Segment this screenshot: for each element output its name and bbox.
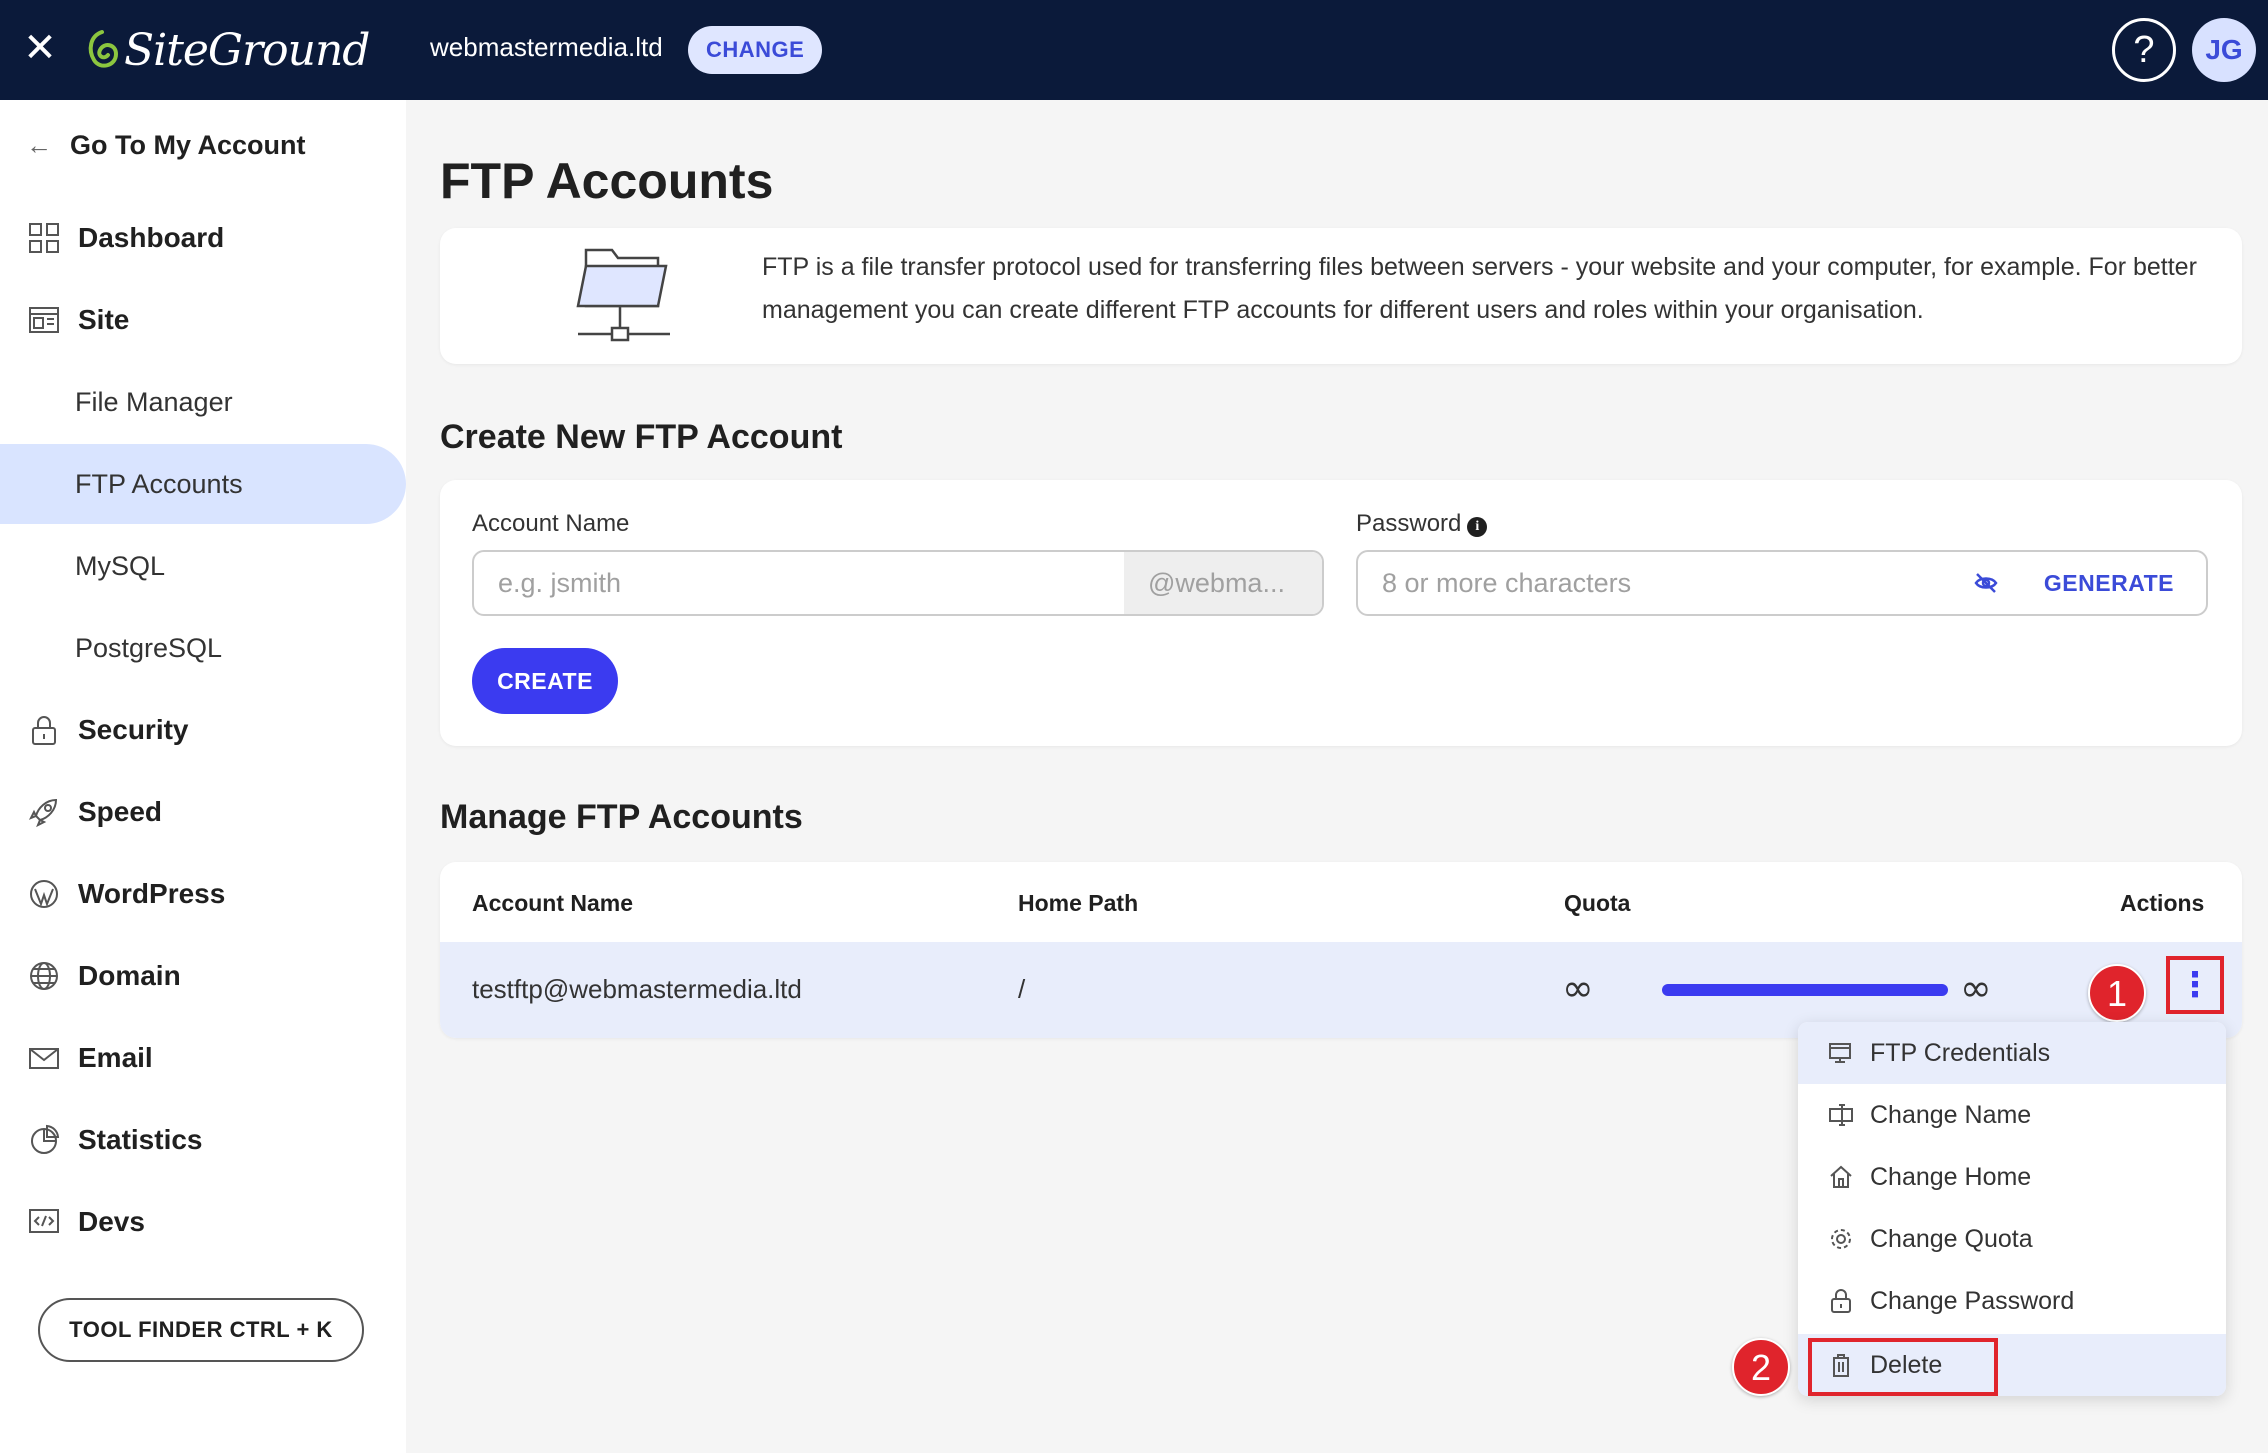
account-name-field: @webma... <box>472 550 1324 616</box>
arrow-left-icon: ← <box>26 130 52 160</box>
sidebar-item-label: Domain <box>78 960 181 991</box>
sidebar-sub-mysql[interactable]: MySQL <box>0 526 406 606</box>
sidebar-sub-label: PostgreSQL <box>75 632 223 663</box>
domain-suffix: @webma... <box>1124 552 1322 614</box>
home-icon <box>1830 1165 1852 1188</box>
siteground-swirl-icon <box>88 30 119 68</box>
sidebar-item-wordpress[interactable]: WordPress <box>0 854 406 934</box>
menu-item-ftp-credentials[interactable]: FTP Credentials <box>1798 1022 2226 1084</box>
code-icon <box>29 1209 59 1233</box>
account-name-label: Account Name <box>472 510 630 537</box>
sidebar-item-security[interactable]: Security <box>0 690 406 770</box>
rocket-icon <box>28 798 58 828</box>
siteground-logo[interactable]: SiteGround <box>84 22 370 78</box>
site-icon <box>29 307 59 333</box>
back-link-label: Go To My Account <box>70 130 306 160</box>
sidebar-sub-label: FTP Accounts <box>75 468 243 499</box>
info-icon[interactable]: i <box>1467 517 1488 537</box>
user-avatar[interactable]: JG <box>2192 18 2256 82</box>
quota-total-value: ∞ <box>1960 966 1992 1010</box>
menu-item-label: Change Password <box>1870 1286 2075 1315</box>
manage-section-title: Manage FTP Accounts <box>440 798 803 836</box>
create-button[interactable]: CREATE <box>472 648 618 714</box>
sidebar-item-label: WordPress <box>78 878 226 909</box>
top-bar: ✕ SiteGround webmastermedia.ltd CHANGE ?… <box>0 0 2268 100</box>
sidebar-item-label: Email <box>78 1042 153 1073</box>
kebab-menu-icon: ⋮ <box>2178 965 2212 1005</box>
info-card: FTP is a file transfer protocol used for… <box>440 228 2242 364</box>
pie-chart-icon <box>31 1124 60 1154</box>
sidebar-item-dashboard[interactable]: Dashboard <box>0 198 406 278</box>
sidebar-item-label: Security <box>78 714 189 745</box>
column-header-account-name: Account Name <box>472 890 634 916</box>
envelope-icon <box>29 1048 59 1069</box>
sidebar-sub-label: File Manager <box>75 386 233 417</box>
step-badge-2: 2 <box>1732 1338 1790 1396</box>
quota-progress-bar <box>1662 984 1948 996</box>
password-label-wrap: Password i <box>1356 510 1488 538</box>
quota-used-value: ∞ <box>1562 966 1594 1010</box>
eye-slash-icon[interactable] <box>1972 569 2000 597</box>
ftp-description: FTP is a file transfer protocol used for… <box>762 253 2197 324</box>
dashboard-icon <box>29 223 59 253</box>
account-name-input[interactable] <box>474 552 1124 614</box>
step-badge-1: 1 <box>2088 964 2146 1022</box>
change-domain-button[interactable]: CHANGE <box>688 26 823 74</box>
create-ftp-card: Account Name Passwordi @webma... GENERAT… <box>440 480 2242 746</box>
home-path-cell: / <box>1018 974 1026 1004</box>
monitor-icon <box>1829 1043 1851 1063</box>
brand-name: SiteGround <box>124 24 370 76</box>
manage-ftp-table: Account Name Home Path Quota Actions tes… <box>440 862 2242 1038</box>
sidebar-item-label: Speed <box>78 796 163 827</box>
row-actions-button[interactable]: ⋮ <box>2166 956 2224 1014</box>
menu-item-label: Change Name <box>1870 1100 2032 1129</box>
gear-icon <box>1831 1229 1851 1249</box>
folder-network-icon <box>576 248 670 342</box>
menu-item-label: Change Home <box>1870 1162 2032 1191</box>
column-header-quota: Quota <box>1564 890 1631 916</box>
create-section-title: Create New FTP Account <box>440 418 843 456</box>
globe-icon <box>30 962 58 990</box>
sidebar: ← Go To My Account Dashboard Site File M… <box>0 100 406 1453</box>
menu-item-label: FTP Credentials <box>1870 1038 2051 1067</box>
tool-finder-button[interactable]: TOOL FINDER CTRL + K <box>38 1298 364 1362</box>
menu-item-label: Change Quota <box>1870 1224 2033 1253</box>
wordpress-icon <box>30 880 58 908</box>
password-input[interactable] <box>1358 567 1972 599</box>
delete-highlight-box <box>1808 1338 1998 1396</box>
sidebar-sub-file-manager[interactable]: File Manager <box>0 362 406 442</box>
password-field: GENERATE <box>1356 550 2208 616</box>
help-icon[interactable]: ? <box>2112 18 2176 82</box>
column-header-home-path: Home Path <box>1018 890 1139 916</box>
rename-icon <box>1829 1104 1853 1126</box>
sidebar-item-statistics[interactable]: Statistics <box>0 1100 406 1180</box>
lock-icon <box>1831 1289 1851 1313</box>
sidebar-item-label: Statistics <box>78 1124 203 1155</box>
column-header-actions: Actions <box>2120 890 2205 916</box>
sidebar-item-devs[interactable]: Devs <box>0 1182 406 1262</box>
sidebar-item-site[interactable]: Site <box>0 280 406 360</box>
account-name-cell: testftp@webmastermedia.ltd <box>472 974 802 1004</box>
generate-password-button[interactable]: GENERATE <box>2044 570 2174 597</box>
sidebar-item-label: Dashboard <box>78 222 225 253</box>
close-icon[interactable]: ✕ <box>22 28 58 68</box>
sidebar-item-domain[interactable]: Domain <box>0 936 406 1016</box>
current-domain: webmastermedia.ltd <box>430 32 663 62</box>
sidebar-item-speed[interactable]: Speed <box>0 772 406 852</box>
sidebar-sub-ftp-accounts[interactable]: FTP Accounts <box>0 444 406 524</box>
sidebar-item-label: Devs <box>78 1206 145 1237</box>
sidebar-item-label: Site <box>78 304 130 335</box>
password-label: Password <box>1356 510 1462 537</box>
menu-item-change-home[interactable]: Change Home <box>1798 1146 2226 1208</box>
menu-item-change-password[interactable]: Change Password <box>1798 1270 2226 1332</box>
go-to-my-account-link[interactable]: ← Go To My Account <box>26 130 306 161</box>
menu-item-change-quota[interactable]: Change Quota <box>1798 1208 2226 1270</box>
menu-item-change-name[interactable]: Change Name <box>1798 1084 2226 1146</box>
sidebar-item-email[interactable]: Email <box>0 1018 406 1098</box>
page-title: FTP Accounts <box>440 153 774 209</box>
sidebar-sub-postgresql[interactable]: PostgreSQL <box>0 608 406 688</box>
lock-icon <box>32 716 56 745</box>
sidebar-sub-label: MySQL <box>75 550 166 581</box>
